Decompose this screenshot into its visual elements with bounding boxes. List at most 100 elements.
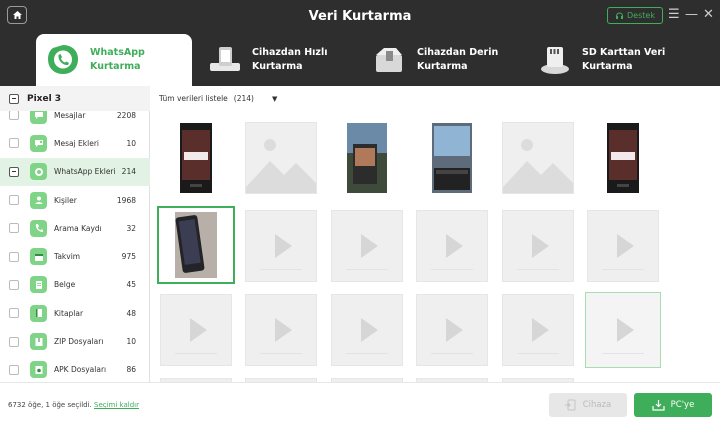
tab-label-line2: Kurtarma — [252, 61, 303, 72]
thumbnail-image[interactable] — [331, 122, 403, 194]
document-icon — [30, 276, 47, 294]
category-checkbox[interactable] — [9, 111, 19, 121]
category-call-log[interactable]: Arama Kaydı 32 — [0, 214, 150, 242]
category-count: 86 — [126, 365, 136, 375]
thumbnail-video[interactable] — [245, 210, 317, 282]
tab-quick-device-recovery[interactable]: Cihazdan Hızlı Kurtarma — [208, 34, 327, 86]
tab-label-line2: Kurtarma — [417, 61, 468, 72]
tab-label-line1: SD Karttan Veri — [582, 47, 666, 58]
thumbnail-video[interactable] — [331, 210, 403, 282]
headset-icon — [616, 12, 624, 19]
thumbnail-video[interactable] — [587, 210, 659, 282]
minimize-button[interactable]: — — [685, 8, 698, 22]
play-icon — [260, 318, 302, 354]
category-count: 214 — [121, 167, 136, 177]
thumbnail-image-selected[interactable] — [157, 206, 235, 284]
filter-dropdown[interactable]: Tüm verileri listele (214) ▼ — [159, 94, 277, 103]
category-count: 975 — [121, 252, 136, 262]
desk-photo-image — [432, 123, 472, 193]
status-text: 6732 öğe, 1 öğe seçildi. — [8, 401, 92, 409]
attachment-icon — [30, 134, 47, 152]
category-count: 2208 — [116, 111, 136, 120]
category-contacts[interactable]: Kişiler 1968 — [0, 186, 150, 214]
thumbnail-image[interactable] — [587, 122, 659, 194]
category-list[interactable]: Mesajlar 2208 Mesaj Ekleri 10 WhatsApp E… — [0, 111, 150, 382]
menu-button[interactable]: ☰ — [668, 8, 680, 22]
category-label: Takvim — [54, 252, 81, 262]
category-count: 10 — [126, 337, 136, 347]
tab-label-line2: Kurtarma — [582, 61, 633, 72]
tab-deep-device-recovery[interactable]: Cihazdan Derin Kurtarma — [373, 34, 498, 86]
category-checkbox[interactable] — [9, 336, 19, 347]
support-label: Destek — [627, 11, 655, 20]
thumbnail-video[interactable] — [416, 294, 488, 366]
message-icon — [30, 111, 47, 124]
category-apk-files[interactable]: APK Dosyaları 86 — [0, 356, 150, 382]
category-checkbox[interactable] — [9, 279, 19, 290]
phone-icon — [30, 219, 47, 237]
play-icon — [175, 318, 217, 354]
category-count: 32 — [126, 223, 136, 233]
phone-screenshot-image — [180, 123, 212, 193]
phone-screenshot-image — [607, 123, 639, 193]
thumbnail-video-hover[interactable] — [585, 292, 661, 368]
category-zip-files[interactable]: ZIP Dosyaları 10 — [0, 327, 150, 355]
tab-label-line2: Kurtarma — [90, 61, 141, 72]
phone-scan-icon — [210, 47, 240, 71]
tab-label-line1: Cihazdan Hızlı — [252, 47, 328, 58]
category-messages[interactable]: Mesajlar 2208 — [0, 111, 150, 129]
category-checkbox[interactable] — [9, 138, 19, 149]
category-count: 45 — [126, 280, 136, 290]
category-checkbox[interactable] — [9, 195, 19, 206]
device-name: Pixel 3 — [27, 93, 62, 104]
category-checkbox[interactable] — [9, 223, 19, 234]
thumbnail-image[interactable] — [160, 122, 232, 194]
thumbnail-video[interactable] — [416, 210, 488, 282]
category-checkbox[interactable] — [9, 251, 19, 262]
category-documents[interactable]: Belge 45 — [0, 271, 150, 299]
thumbnail-video[interactable] — [160, 294, 232, 366]
category-message-attachments[interactable]: Mesaj Ekleri 10 — [0, 129, 150, 157]
category-whatsapp-attachments[interactable]: WhatsApp Ekleri 214 — [0, 157, 150, 186]
thumbnail-placeholder[interactable] — [245, 122, 317, 194]
apk-icon — [30, 361, 47, 379]
device-row[interactable]: Pixel 3 — [0, 86, 150, 111]
category-label: ZIP Dosyaları — [54, 337, 104, 347]
play-icon — [346, 234, 388, 270]
footer-bar: 6732 öğe, 1 öğe seçildi. Seçimi kaldır C… — [0, 382, 720, 424]
sd-card-icon — [541, 47, 569, 74]
thumbnail-video[interactable] — [502, 210, 574, 282]
thumbnail-placeholder[interactable] — [502, 122, 574, 194]
phone-photo-image — [175, 212, 217, 278]
thumbnail-video[interactable] — [331, 294, 403, 366]
device-checkbox[interactable] — [9, 93, 19, 104]
category-label: Mesaj Ekleri — [54, 138, 100, 148]
category-checkbox[interactable] — [9, 308, 19, 319]
selection-status: 6732 öğe, 1 öğe seçildi. Seçimi kaldır — [8, 401, 139, 409]
support-button[interactable]: Destek — [607, 7, 663, 24]
recover-to-device-button[interactable]: Cihaza — [549, 393, 627, 417]
play-icon — [260, 234, 302, 270]
category-books[interactable]: Kitaplar 48 — [0, 299, 150, 327]
tab-whatsapp-recovery[interactable]: WhatsApp Kurtarma — [36, 34, 192, 86]
close-button[interactable]: ✕ — [703, 8, 714, 22]
category-calendar[interactable]: Takvim 975 — [0, 242, 150, 270]
deep-scan-icon — [376, 48, 402, 72]
thumbnail-video[interactable] — [245, 294, 317, 366]
clear-selection-link[interactable]: Seçimi kaldır — [94, 401, 139, 409]
category-label: Arama Kaydı — [54, 223, 102, 233]
calendar-icon — [30, 248, 47, 266]
device-export-icon — [564, 399, 576, 411]
book-icon — [30, 304, 47, 322]
recover-to-pc-label: PC'ye — [670, 400, 695, 410]
recover-to-pc-button[interactable]: PC'ye — [634, 393, 712, 417]
tab-sd-card-recovery[interactable]: SD Karttan Veri Kurtarma — [538, 34, 665, 86]
category-checkbox[interactable] — [9, 364, 19, 375]
category-checkbox[interactable] — [9, 166, 19, 177]
thumbnail-video[interactable] — [502, 294, 574, 366]
category-count: 48 — [126, 308, 136, 318]
phone-photo-image — [347, 123, 387, 193]
play-icon — [517, 234, 559, 270]
play-icon — [431, 318, 473, 354]
thumbnail-image[interactable] — [416, 122, 488, 194]
